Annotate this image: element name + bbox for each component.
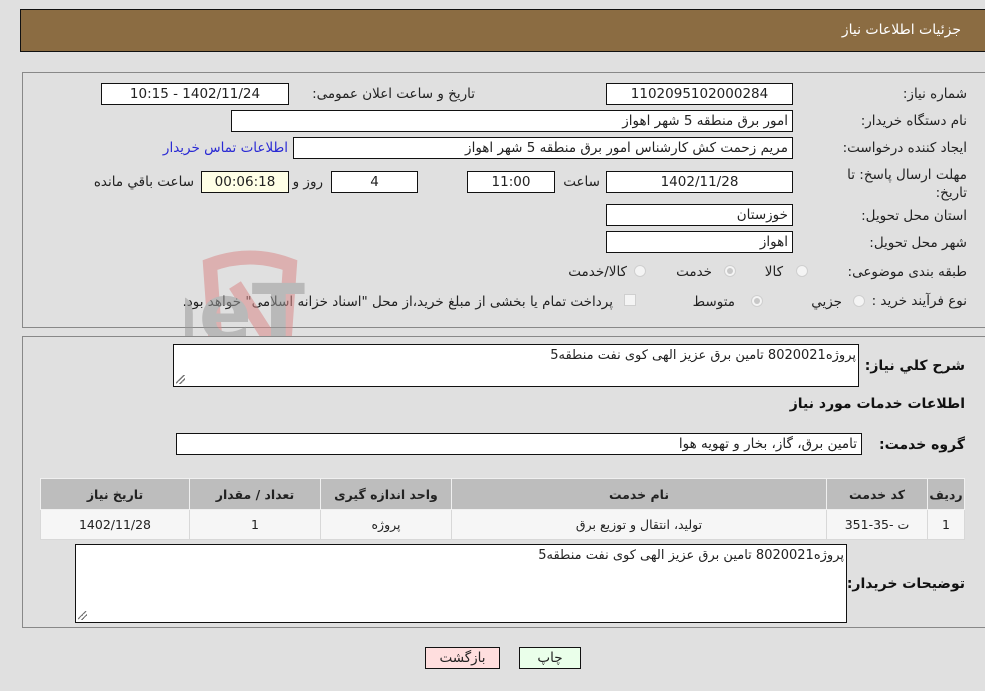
deadline-date-field: 1402/11/28: [606, 171, 793, 193]
city-field: اهواز: [606, 231, 793, 253]
col-row-number: ردیف: [927, 478, 965, 510]
province-field: خوزستان: [606, 204, 793, 226]
category-radio-goods-service[interactable]: [634, 265, 646, 277]
remaining-time-field: 00:06:18: [201, 171, 289, 193]
services-table: ردیف کد خدمت نام خدمت واحد اندازه گیری ت…: [40, 478, 965, 540]
col-service-code: کد خدمت: [826, 478, 928, 510]
category-radio-goods[interactable]: [796, 265, 808, 277]
service-group-label: گروه خدمت:: [879, 437, 965, 453]
cell-service-code: ت -35-351: [826, 509, 928, 540]
buyer-notes-label: توضیحات خریدار:: [846, 576, 965, 592]
treasury-note: پرداخت تمام یا بخشی از مبلغ خرید،از محل …: [182, 294, 613, 310]
col-service-name: نام خدمت: [451, 478, 827, 510]
announce-datetime-field: 1402/11/24 - 10:15: [101, 83, 289, 105]
col-quantity: تعداد / مقدار: [189, 478, 321, 510]
need-number-label: شماره نیاز:: [902, 86, 967, 102]
requester-field: مریم زحمت کش کارشناس امور برق منطقه 5 شه…: [293, 137, 793, 159]
description-text: پروژه8020021 تامین برق عزیز الهی کوی نفت…: [550, 348, 856, 363]
category-label: طبقه بندی موضوعی:: [847, 264, 967, 280]
description-label: شرح کلي نياز:: [864, 358, 965, 374]
purchase-type-radio-medium[interactable]: [751, 295, 763, 307]
buyer-contact-link[interactable]: اطلاعات تماس خریدار: [163, 140, 288, 156]
service-group-field: تامین برق، گاز، بخار و تهویه هوا: [176, 433, 862, 455]
need-number-field: 1102095102000284: [606, 83, 793, 105]
deadline-time-label: ساعت: [563, 174, 600, 190]
col-unit: واحد اندازه گیری: [320, 478, 452, 510]
cell-service-name: تولید، انتقال و توزیع برق: [451, 509, 827, 540]
print-button[interactable]: چاپ: [519, 647, 581, 669]
table-header-row: ردیف کد خدمت نام خدمت واحد اندازه گیری ت…: [40, 478, 965, 510]
city-label: شهر محل تحویل:: [869, 235, 967, 251]
treasury-checkbox[interactable]: [624, 294, 636, 306]
description-textarea[interactable]: پروژه8020021 تامین برق عزیز الهی کوی نفت…: [173, 344, 859, 387]
table-row: 1 ت -35-351 تولید، انتقال و توزیع برق پر…: [40, 509, 965, 540]
category-option-goods-service: کالا/خدمت: [568, 264, 627, 280]
services-info-title: اطلاعات خدمات مورد نیاز: [789, 396, 965, 412]
deadline-label: مهلت ارسال پاسخ: تا تاریخ:: [847, 167, 967, 201]
purchase-type-radio-minor[interactable]: [853, 295, 865, 307]
days-label: روز و: [292, 174, 323, 190]
cell-need-date: 1402/11/28: [40, 509, 190, 540]
buyer-notes-textarea[interactable]: پروژه8020021 تامین برق عزیز الهی کوی نفت…: [75, 544, 847, 623]
cell-quantity: 1: [189, 509, 321, 540]
category-option-service: خدمت: [676, 264, 712, 280]
deadline-time-field: 11:00: [467, 171, 555, 193]
remaining-time-label: ساعت باقي مانده: [93, 174, 194, 190]
cell-row-number: 1: [927, 509, 965, 540]
category-radio-service[interactable]: [724, 265, 736, 277]
category-option-goods: کالا: [764, 264, 783, 280]
page-title: جزئیات اطلاعات نیاز: [841, 22, 961, 38]
buyer-org-field: امور برق منطقه 5 شهر اهواز: [231, 110, 793, 132]
buyer-notes-text: پروژه8020021 تامین برق عزیز الهی کوی نفت…: [538, 548, 844, 563]
purchase-type-option-medium: متوسط: [692, 294, 735, 310]
resize-grip-icon[interactable]: [78, 611, 87, 620]
purchase-type-label: نوع فرآیند خرید :: [871, 293, 967, 309]
requester-label: ایجاد کننده درخواست:: [842, 140, 967, 156]
back-button[interactable]: بازگشت: [425, 647, 500, 669]
page-header: جزئیات اطلاعات نیاز: [20, 9, 985, 52]
province-label: استان محل تحویل:: [861, 208, 967, 224]
buyer-org-label: نام دستگاه خریدار:: [860, 113, 967, 129]
remaining-days-field: 4: [331, 171, 418, 193]
purchase-type-option-minor: جزيي: [811, 294, 842, 310]
cell-unit: پروژه: [320, 509, 452, 540]
announce-datetime-label: تاریخ و ساعت اعلان عمومی:: [312, 86, 475, 102]
col-need-date: تاریخ نیاز: [40, 478, 190, 510]
resize-grip-icon[interactable]: [176, 375, 185, 384]
